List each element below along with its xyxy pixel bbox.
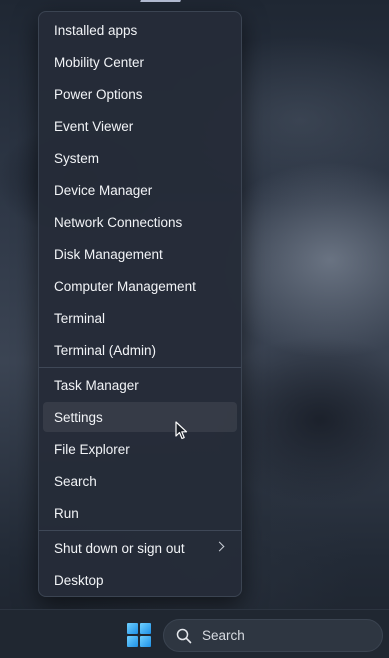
menu-item-network-connections[interactable]: Network Connections	[43, 207, 237, 237]
menu-item-computer-management[interactable]: Computer Management	[43, 271, 237, 301]
windows-logo-icon	[127, 623, 138, 634]
menu-divider	[39, 367, 241, 368]
quick-link-menu: Installed apps Mobility Center Power Opt…	[38, 11, 242, 597]
menu-item-terminal-admin[interactable]: Terminal (Admin)	[43, 335, 237, 365]
windows-logo-icon	[140, 623, 151, 634]
menu-item-event-viewer[interactable]: Event Viewer	[43, 111, 237, 141]
start-button[interactable]	[127, 623, 151, 647]
menu-item-run[interactable]: Run	[43, 498, 237, 528]
taskbar: Search	[0, 609, 389, 658]
windows-logo-icon	[140, 636, 151, 647]
mouse-pointer-icon	[175, 421, 188, 440]
menu-item-shut-down-or-sign-out[interactable]: Shut down or sign out	[43, 533, 237, 563]
windows-logo-icon	[127, 636, 138, 647]
taskbar-search-box[interactable]: Search	[163, 619, 383, 652]
menu-item-disk-management[interactable]: Disk Management	[43, 239, 237, 269]
menu-item-power-options[interactable]: Power Options	[43, 79, 237, 109]
menu-item-mobility-center[interactable]: Mobility Center	[43, 47, 237, 77]
menu-item-file-explorer[interactable]: File Explorer	[43, 434, 237, 464]
menu-item-terminal[interactable]: Terminal	[43, 303, 237, 333]
menu-item-task-manager[interactable]: Task Manager	[43, 370, 237, 400]
menu-item-settings[interactable]: Settings	[43, 402, 237, 432]
menu-divider	[39, 530, 241, 531]
chevron-right-icon	[214, 541, 225, 552]
menu-item-installed-apps[interactable]: Installed apps	[43, 15, 237, 45]
menu-item-device-manager[interactable]: Device Manager	[43, 175, 237, 205]
search-placeholder: Search	[202, 628, 245, 643]
search-icon	[176, 628, 192, 643]
menu-item-system[interactable]: System	[43, 143, 237, 173]
menu-item-desktop[interactable]: Desktop	[43, 565, 237, 595]
menu-item-search[interactable]: Search	[43, 466, 237, 496]
menu-item-label: Shut down or sign out	[54, 540, 185, 556]
